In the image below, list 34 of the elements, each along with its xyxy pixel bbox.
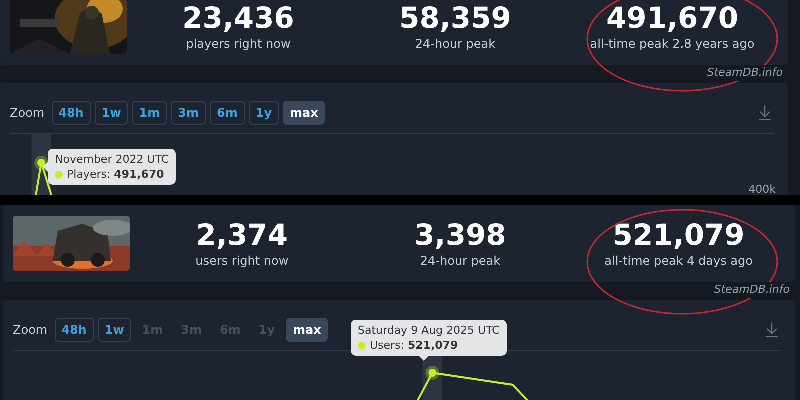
zoom-label: Zoom [10, 106, 45, 120]
stat-label: 24-hour peak [420, 252, 501, 270]
data-point [426, 366, 440, 380]
zoom-button[interactable]: 48h [52, 101, 91, 125]
zoom-button[interactable]: 3m [171, 101, 206, 125]
tooltip-date: Saturday 9 Aug 2025 UTC [358, 323, 500, 338]
stat-value: 3,398 [414, 218, 506, 252]
zoom-button[interactable]: 48h [54, 318, 94, 342]
stat-label: 24-hour peak [415, 36, 496, 52]
zoom-button[interactable]: max [286, 318, 328, 342]
stat-value: 23,436 [182, 0, 294, 34]
zoom-label: Zoom [13, 323, 48, 337]
zoom-button[interactable]: 1w [94, 101, 128, 125]
stat-label: users right now [196, 252, 289, 270]
axis-label: 400k [748, 183, 776, 195]
tooltip-date: November 2022 UTC [55, 152, 170, 167]
stat-label: all-time peak 2.8 years ago [590, 36, 755, 52]
tooltip-value: Users: 521,079 [370, 338, 458, 353]
tooltip-value: Players: 491,670 [67, 167, 164, 182]
zoom-button[interactable]: 1w [98, 318, 132, 342]
download-icon[interactable] [763, 321, 781, 339]
download-icon[interactable] [756, 104, 774, 122]
series-dot [358, 342, 366, 350]
zoom-button[interactable]: 1m [132, 101, 168, 125]
stat-value: 491,670 [606, 0, 739, 34]
stat-value: 521,079 [612, 218, 745, 252]
stat-value: 2,374 [196, 218, 288, 252]
zoom-button[interactable]: max [283, 101, 326, 125]
stat-label: all-time peak 4 days ago [604, 252, 753, 270]
zoom-button[interactable]: 1y [248, 101, 280, 125]
stat-value: 58,359 [400, 0, 512, 34]
series-dot [55, 170, 63, 178]
stat-label: players right now [186, 36, 291, 52]
zoom-button[interactable]: 6m [210, 101, 245, 125]
